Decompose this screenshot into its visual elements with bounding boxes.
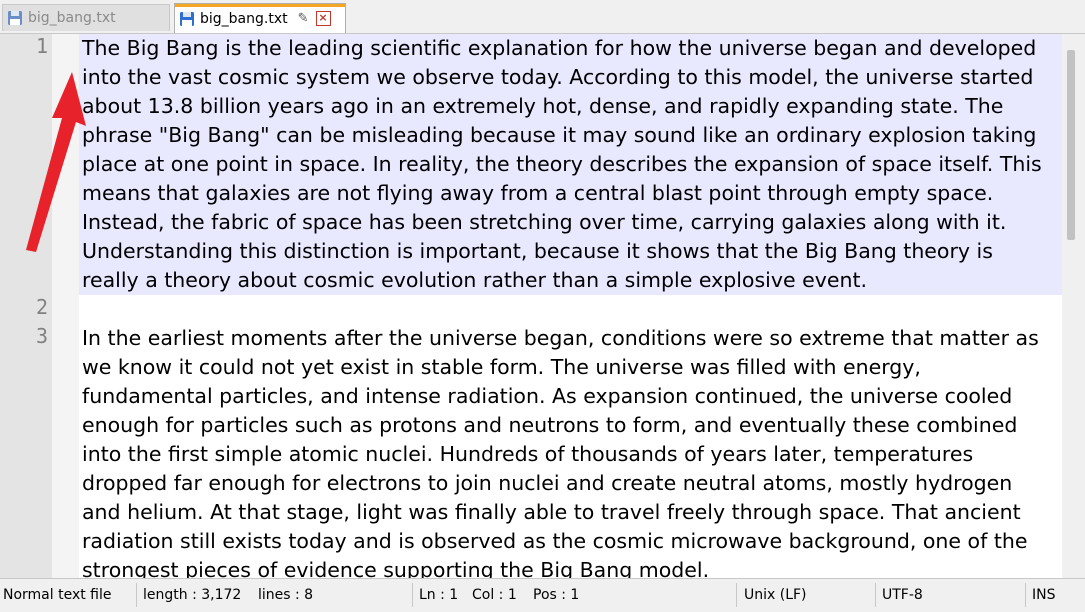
close-tab-icon[interactable]: ×	[315, 11, 331, 26]
line-number: 2	[35, 295, 48, 319]
status-insert-mode: INS	[1032, 587, 1056, 603]
status-lines: lines : 8	[258, 587, 314, 603]
tab-label: big_bang.txt	[28, 10, 116, 26]
tab-big-bang-inactive[interactable]: big_bang.txt	[2, 4, 170, 31]
status-pos: Pos : 1	[533, 587, 580, 603]
scrollbar-thumb[interactable]	[1067, 50, 1075, 240]
status-ln: Ln : 1	[419, 587, 459, 603]
line-number: 3	[35, 324, 48, 348]
text-line-2[interactable]	[79, 295, 1062, 324]
text-line-3[interactable]: In the earliest moments after the univer…	[79, 324, 1062, 578]
text-area[interactable]: The Big Bang is the leading scientific e…	[79, 34, 1062, 578]
status-encoding: UTF-8	[882, 587, 923, 603]
vertical-scrollbar[interactable]	[1062, 34, 1085, 578]
fold-margin[interactable]	[52, 34, 79, 578]
status-file-type: Normal text file	[3, 587, 112, 603]
tab-big-bang-active[interactable]: big_bang.txt ✎ ×	[174, 3, 346, 33]
status-bar: Normal text file length : 3,172 lines : …	[0, 578, 1085, 609]
status-eol: Unix (LF)	[744, 587, 807, 603]
floppy-disk-icon	[8, 11, 22, 25]
line-number: 1	[35, 34, 48, 58]
pin-icon[interactable]: ✎	[298, 11, 309, 26]
tab-bar: big_bang.txt big_bang.txt ✎ ×	[0, 0, 1085, 34]
floppy-disk-icon	[180, 11, 194, 26]
text-line-1[interactable]: The Big Bang is the leading scientific e…	[79, 34, 1062, 295]
status-col: Col : 1	[472, 587, 517, 603]
tab-label: big_bang.txt	[200, 10, 288, 27]
line-number-gutter: 1 2 3	[0, 34, 52, 578]
editor[interactable]: 1 2 3 The Big Bang is the leading scient…	[0, 34, 1085, 578]
status-length: length : 3,172	[143, 587, 242, 603]
